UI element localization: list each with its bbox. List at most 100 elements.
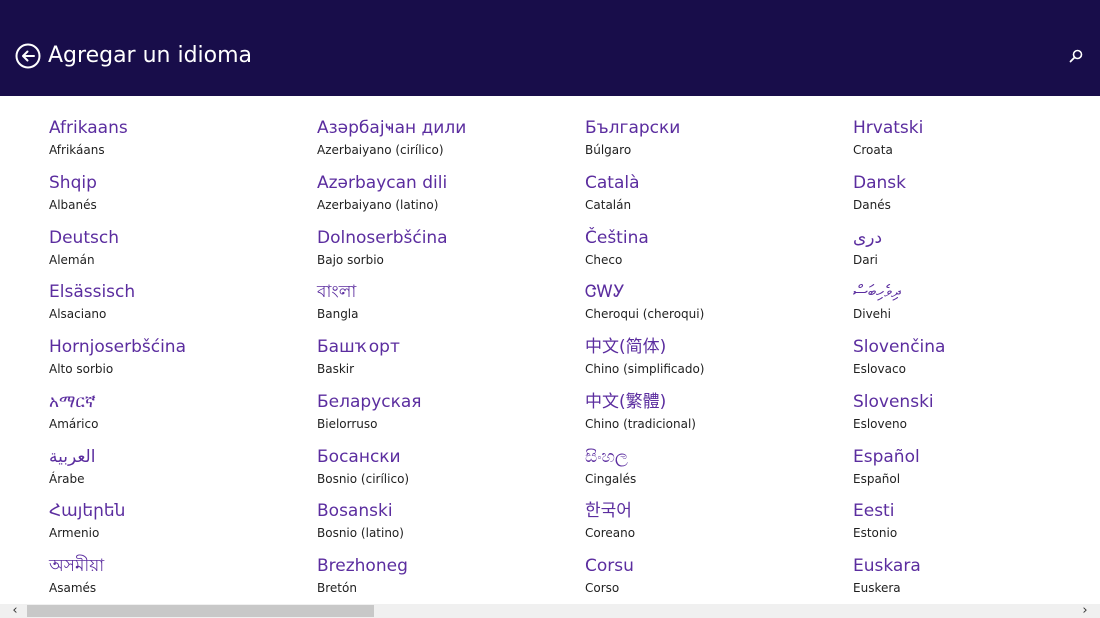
language-translated-name: Checo: [585, 253, 623, 267]
language-translated-name: Alemán: [49, 253, 95, 267]
language-native-name: አማርኛ: [49, 392, 96, 412]
language-item[interactable]: Bosanski Bosnio (latino): [317, 499, 567, 551]
language-translated-name: Esloveno: [853, 417, 907, 431]
language-translated-name: Asamés: [49, 581, 97, 595]
search-icon: [1069, 49, 1083, 63]
language-item[interactable]: Español Español: [853, 445, 1100, 497]
language-translated-name: Español: [853, 472, 901, 486]
language-native-name: বাংলা: [317, 282, 357, 302]
chevron-right-icon[interactable]: ›: [1074, 604, 1096, 618]
language-item[interactable]: Slovenski Esloveno: [853, 390, 1100, 442]
language-translated-name: Dari: [853, 253, 878, 267]
language-translated-name: Divehi: [853, 307, 891, 321]
language-translated-name: Bosnio (cirílico): [317, 472, 410, 486]
language-item[interactable]: 한국어 Coreano: [585, 499, 835, 551]
language-translated-name: Danés: [853, 198, 891, 212]
language-item[interactable]: Brezhoneg Bretón: [317, 554, 567, 606]
language-item[interactable]: ᏣᎳᎩ Cheroqui (cheroqui): [585, 280, 835, 332]
language-translated-name: Azerbaiyano (cirílico): [317, 143, 444, 157]
language-translated-name: Bielorruso: [317, 417, 378, 431]
horizontal-scrollbar[interactable]: ‹ ›: [0, 604, 1100, 618]
language-item[interactable]: Afrikaans Afrikáans: [49, 116, 299, 168]
language-translated-name: Afrikáans: [49, 143, 105, 157]
language-translated-name: Estonio: [853, 526, 898, 540]
language-native-name: Босански: [317, 447, 401, 467]
language-native-name: 한국어: [585, 501, 632, 521]
language-native-name: العربية: [49, 447, 96, 467]
language-translated-name: Cingalés: [585, 472, 637, 486]
language-translated-name: Alto sorbio: [49, 362, 114, 376]
language-translated-name: Corso: [585, 581, 620, 595]
language-native-name: ދިވެހިބަސް: [853, 282, 901, 302]
language-translated-name: Bajo sorbio: [317, 253, 384, 267]
language-native-name: Bosanski: [317, 501, 393, 521]
language-item[interactable]: Deutsch Alemán: [49, 226, 299, 278]
language-native-name: 中文(简体): [585, 337, 667, 357]
language-item[interactable]: অসমীয়া Asamés: [49, 554, 299, 606]
language-item[interactable]: Euskara Euskera: [853, 554, 1100, 606]
language-item[interactable]: বাংলা Bangla: [317, 280, 567, 332]
language-item[interactable]: العربية Árabe: [49, 445, 299, 497]
language-native-name: Български: [585, 118, 681, 138]
language-translated-name: Árabe: [49, 472, 85, 486]
language-item[interactable]: Հայերեն Armenio: [49, 499, 299, 551]
language-native-name: සිංහල: [585, 447, 628, 467]
page-title: Agregar un idioma: [48, 43, 253, 68]
language-native-name: Afrikaans: [49, 118, 128, 138]
language-native-name: Dansk: [853, 173, 906, 193]
language-translated-name: Bretón: [317, 581, 357, 595]
language-native-name: ᏣᎳᎩ: [585, 282, 625, 302]
scrollbar-thumb[interactable]: [27, 605, 374, 617]
language-item[interactable]: සිංහල Cingalés: [585, 445, 835, 497]
language-item[interactable]: Azərbaycan dili Azerbaiyano (latino): [317, 171, 567, 223]
language-item[interactable]: Slovenčina Eslovaco: [853, 335, 1100, 387]
language-item[interactable]: ދިވެހިބަސް Divehi: [853, 280, 1100, 332]
language-native-name: درى: [853, 228, 883, 248]
language-item[interactable]: 中文(繁體) Chino (tradicional): [585, 390, 835, 442]
language-native-name: Corsu: [585, 556, 634, 576]
chevron-left-icon[interactable]: ‹: [4, 604, 26, 618]
language-item[interactable]: Elsässisch Alsaciano: [49, 280, 299, 332]
language-native-name: Čeština: [585, 228, 649, 248]
language-native-name: Dolnoserbšćina: [317, 228, 448, 248]
language-translated-name: Euskera: [853, 581, 901, 595]
language-native-name: Elsässisch: [49, 282, 136, 302]
language-grid: Afrikaans Afrikáans Shqip Albanés Deutsch A…: [0, 96, 1100, 604]
language-native-name: Hornjoserbšćina: [49, 337, 186, 357]
search-button[interactable]: [1068, 48, 1084, 64]
language-translated-name: Catalán: [585, 198, 632, 212]
language-item[interactable]: Dansk Danés: [853, 171, 1100, 223]
language-translated-name: Amárico: [49, 417, 99, 431]
language-translated-name: Cheroqui (cheroqui): [585, 307, 705, 321]
language-item[interactable]: Български Búlgaro: [585, 116, 835, 168]
language-item[interactable]: Беларуская Bielorruso: [317, 390, 567, 442]
language-translated-name: Chino (simplificado): [585, 362, 705, 376]
language-item[interactable]: Čeština Checo: [585, 226, 835, 278]
language-native-name: Hrvatski: [853, 118, 924, 138]
language-translated-name: Croata: [853, 143, 893, 157]
language-item[interactable]: Башҡорт Baskir: [317, 335, 567, 387]
language-item[interactable]: Hornjoserbšćina Alto sorbio: [49, 335, 299, 387]
language-item[interactable]: Shqip Albanés: [49, 171, 299, 223]
language-native-name: Deutsch: [49, 228, 119, 248]
language-item[interactable]: 中文(简体) Chino (simplificado): [585, 335, 835, 387]
language-translated-name: Coreano: [585, 526, 636, 540]
language-item[interactable]: አማርኛ Amárico: [49, 390, 299, 442]
language-native-name: অসমীয়া: [49, 556, 105, 576]
language-item[interactable]: Азәрбајҹан дили Azerbaiyano (cirílico): [317, 116, 567, 168]
language-item[interactable]: Eesti Estonio: [853, 499, 1100, 551]
language-native-name: Башҡорт: [317, 337, 400, 357]
language-native-name: Eesti: [853, 501, 895, 521]
language-native-name: Català: [585, 173, 640, 193]
language-item[interactable]: Dolnoserbšćina Bajo sorbio: [317, 226, 567, 278]
language-item[interactable]: Hrvatski Croata: [853, 116, 1100, 168]
language-native-name: Azərbaycan dili: [317, 173, 448, 193]
language-native-name: Shqip: [49, 173, 97, 193]
back-arrow-circle-icon: [15, 43, 41, 69]
back-button[interactable]: [15, 43, 41, 69]
language-item[interactable]: Босански Bosnio (cirílico): [317, 445, 567, 497]
language-item[interactable]: Català Catalán: [585, 171, 835, 223]
language-item[interactable]: درى Dari: [853, 226, 1100, 278]
language-item[interactable]: Corsu Corso: [585, 554, 835, 606]
header-bar: Agregar un idioma: [0, 0, 1100, 96]
